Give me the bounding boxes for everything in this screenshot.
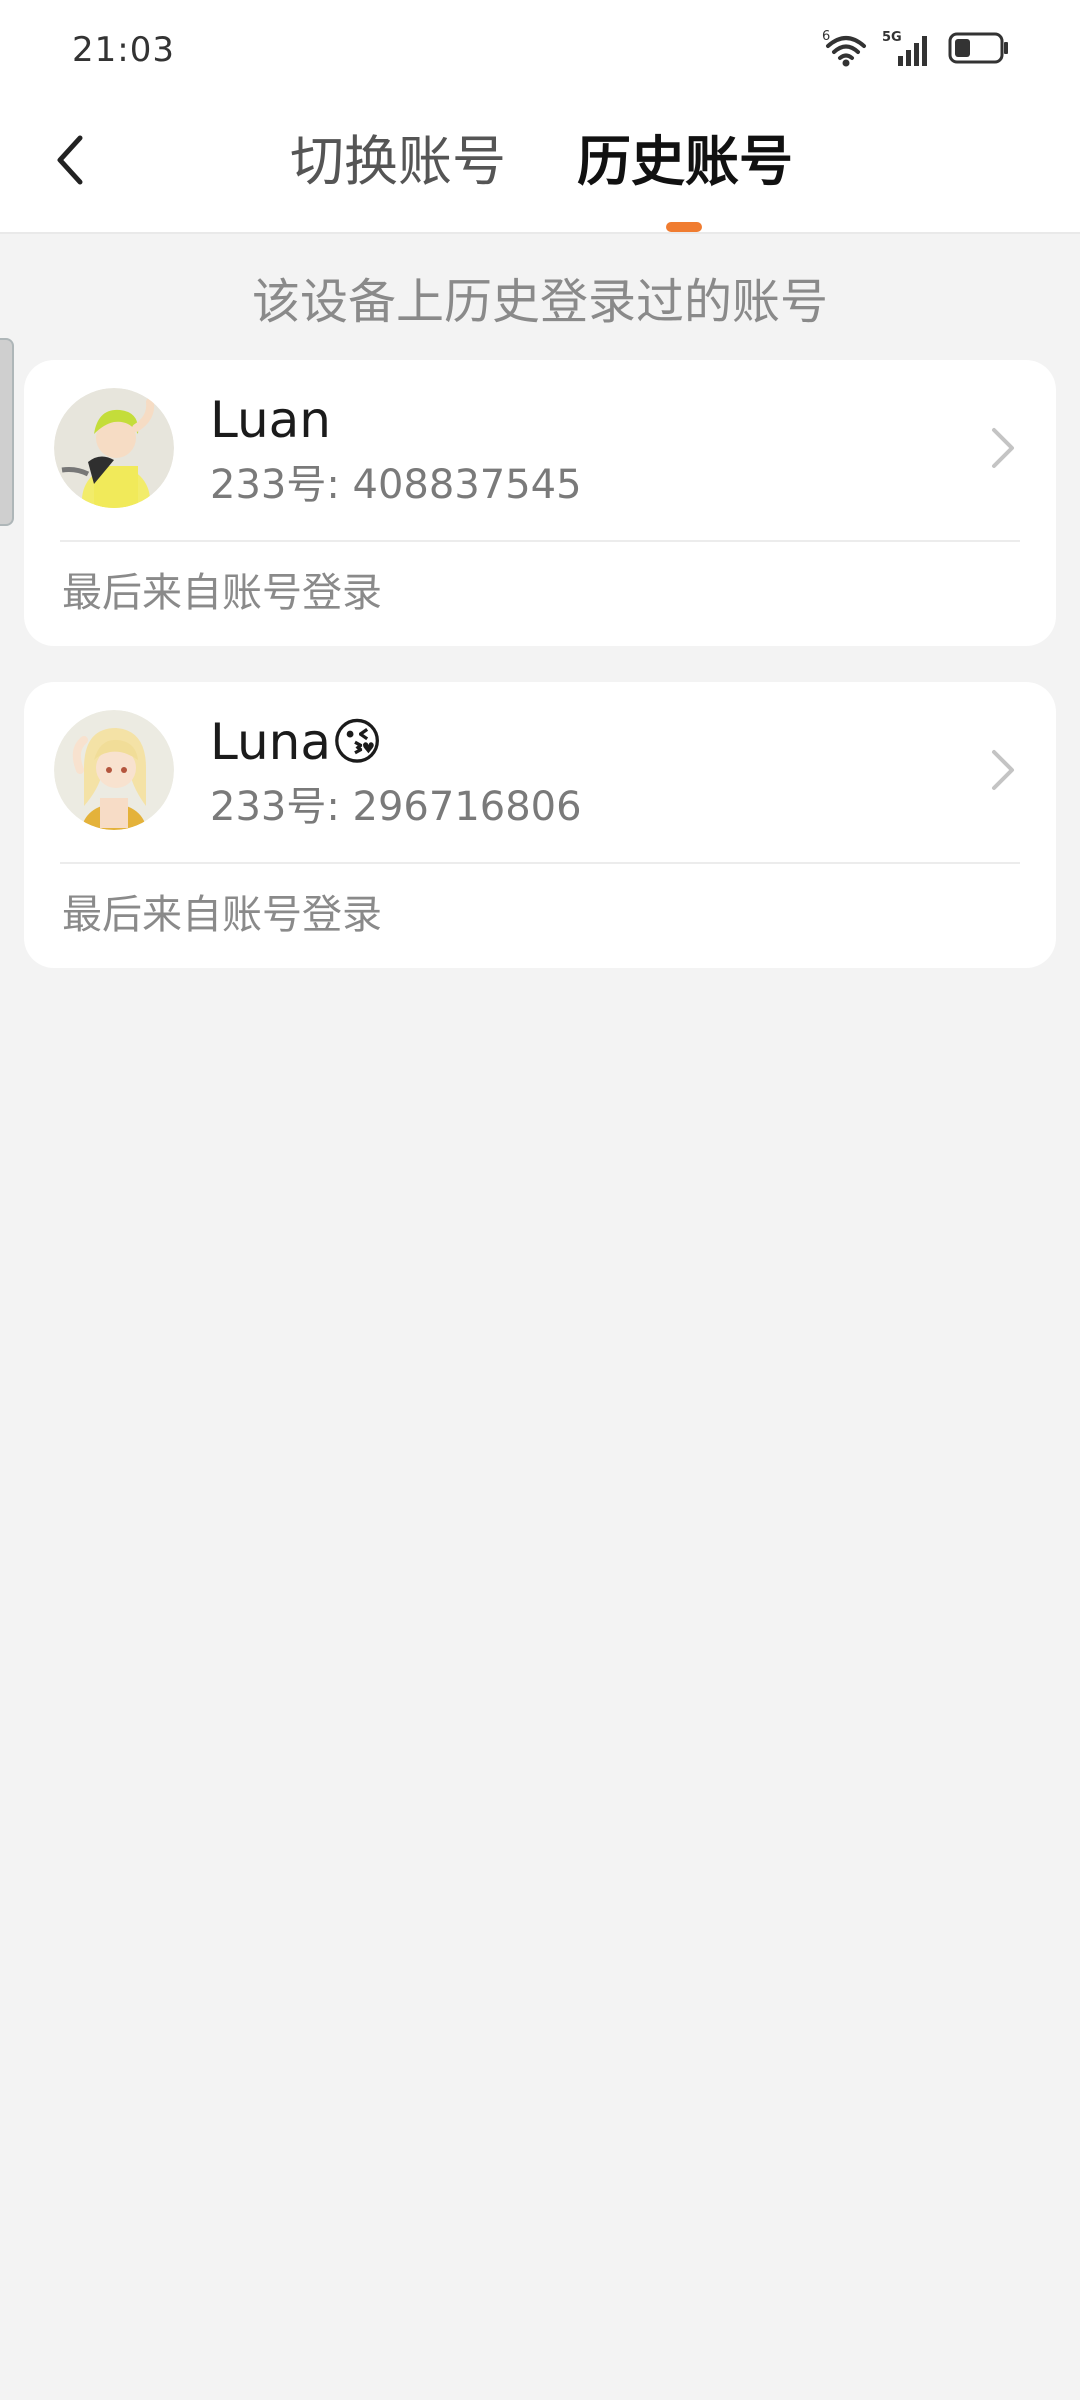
login-source-text: 最后来自账号登录 [62, 570, 382, 616]
avatar [54, 388, 174, 508]
battery-icon [948, 31, 1010, 65]
chevron-right-icon [992, 428, 1014, 468]
page-subtitle: 该设备上历史登录过的账号 [251, 274, 828, 330]
status-bar: 21:03 6 5G [0, 0, 1080, 100]
back-arrow-icon [57, 135, 83, 185]
side-drag-handle[interactable] [0, 338, 14, 526]
account-card-luna[interactable]: Luna😘 233号: 296716806 最后来自账号登录 [24, 682, 1056, 968]
tab-history-account[interactable]: 历史账号 [577, 130, 793, 194]
wifi-label: 6 [822, 29, 830, 44]
header: 切换账号 历史账号 [0, 100, 1080, 234]
card-divider [60, 862, 1020, 864]
chevron-right-icon [992, 750, 1014, 790]
status-time: 21:03 [72, 30, 175, 70]
account-card-luan[interactable]: Luan 233号: 408837545 最后来自账号登录 [24, 360, 1056, 646]
account-id: 233号: 408837545 [210, 462, 582, 508]
wifi-icon: 6 [822, 28, 868, 68]
account-name: Luna😘 [210, 713, 384, 771]
card-divider [60, 540, 1020, 542]
cell-label: 5G [882, 30, 902, 45]
active-tab-indicator [666, 222, 702, 232]
battery-level-fill [955, 39, 970, 57]
account-id: 233号: 296716806 [210, 784, 582, 830]
status-icons: 6 5G [822, 28, 1010, 68]
tab-switch-account[interactable]: 切换账号 [290, 130, 506, 194]
cellular-signal-icon: 5G [882, 28, 934, 68]
avatar [54, 710, 174, 830]
login-source-text: 最后来自账号登录 [62, 892, 382, 938]
account-name: Luan [210, 391, 331, 449]
back-button[interactable] [40, 120, 100, 200]
